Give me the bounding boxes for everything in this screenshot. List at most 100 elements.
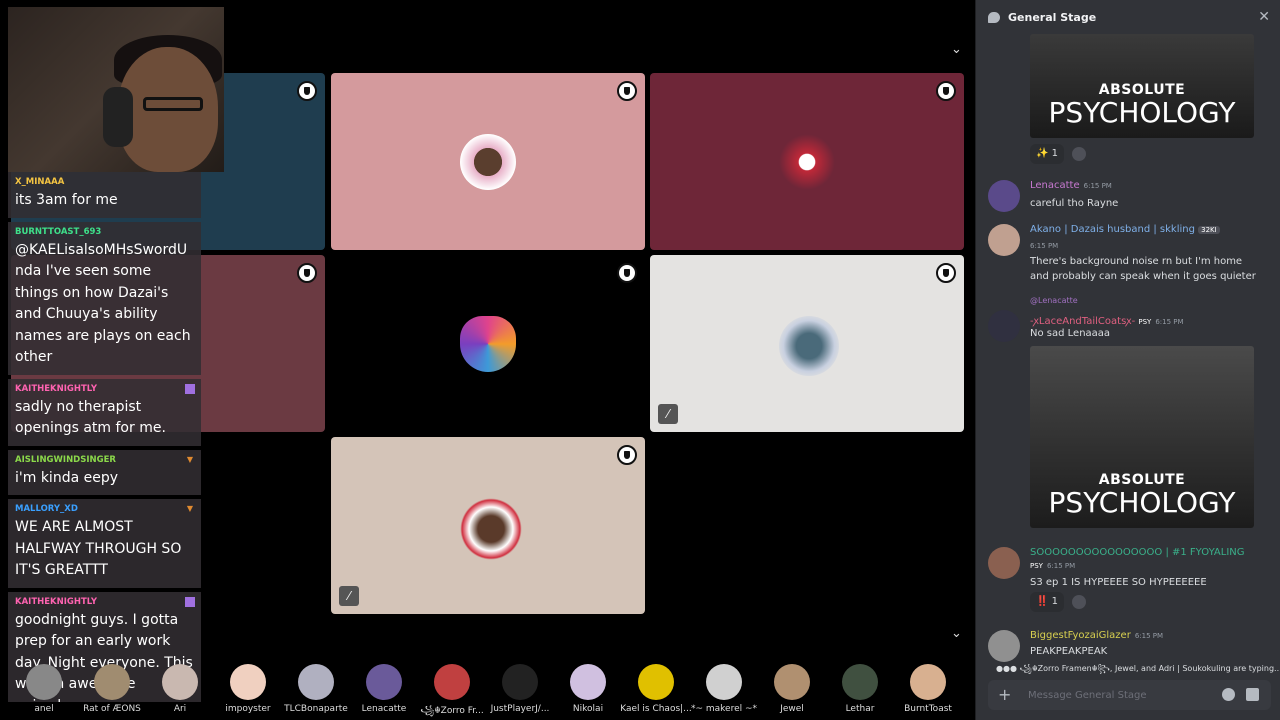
message-text: No sad Lenaaaa	[1030, 328, 1111, 339]
subscriber-badge-icon	[185, 383, 195, 394]
streamer-webcam	[8, 7, 224, 172]
audience-member[interactable]: *~ makerel ~*	[688, 664, 760, 714]
meme-image[interactable]: ABSOLUTE PSYCHOLOGY	[1030, 34, 1254, 138]
avatar	[779, 315, 839, 376]
message-text: careful tho Rayne	[1030, 198, 1119, 209]
avatar	[366, 664, 402, 700]
add-reaction-icon[interactable]	[1072, 595, 1086, 609]
typing-indicator: ●●● ꧁☬Zorro Framen☬꧂, Jewel, and Adri | …	[996, 664, 1280, 673]
app-root: ⌄ ⁄ ⁄ ⌄ X_MINAAA its 3am for me BURNTTOA…	[0, 0, 1280, 720]
chat-username: BURNTTOAST_693	[15, 226, 102, 237]
vip-badge-icon: ▼	[186, 504, 194, 513]
chat-message: ▼ MALLORY_XD WE ARE ALMOST HALFWAY THROU…	[8, 499, 201, 588]
avatar[interactable]	[988, 630, 1020, 662]
stage-tile[interactable]: ⁄	[650, 255, 964, 432]
reply-reference[interactable]: @Lenacatte	[1030, 296, 1078, 305]
moderator-shield-icon	[617, 445, 637, 465]
avatar	[26, 664, 62, 700]
mic-muted-icon: ⁄	[658, 404, 678, 424]
avatar[interactable]	[988, 224, 1020, 256]
audience-member[interactable]: Kael is Chaos|...	[620, 664, 692, 714]
chat-message: BURNTTOAST_693 @KAELisalsoMHsSwordUnda I…	[8, 221, 201, 375]
panel-header: General Stage	[976, 0, 1280, 34]
stage-chat-panel: General Stage ✕ ABSOLUTE PSYCHOLOGY ✨ 1 …	[975, 0, 1280, 720]
avatar	[460, 497, 522, 560]
audience-name: Lethar	[845, 704, 875, 714]
panel-title: General Stage	[1008, 10, 1097, 24]
subscriber-badge-icon	[185, 596, 195, 607]
audience-member[interactable]: Ari	[144, 664, 216, 714]
chat-message: KAITHEKNIGHTLY sadly no therapist openin…	[8, 378, 201, 446]
audience-name: *~ makerel ~*	[690, 704, 758, 714]
stage-tile[interactable]	[331, 255, 645, 432]
moderator-shield-icon	[617, 81, 637, 101]
avatar	[842, 664, 878, 700]
chat-text: @KAELisalsoMHsSwordUnda I've seen some t…	[15, 241, 191, 366]
audience-name: Ari	[173, 704, 187, 714]
audience-name: impoyster	[225, 704, 271, 714]
chat-text: sadly no therapist openings atm for me.	[15, 398, 166, 437]
audience-member[interactable]: Jewel	[756, 664, 828, 714]
audience-member[interactable]: ꧁☬Zorro Fr...	[416, 664, 488, 720]
moderator-shield-icon	[936, 81, 956, 101]
stage-tile[interactable]: ⁄	[331, 437, 645, 614]
message-author[interactable]: SOOOOOOOOOOOOOOOO | #1 FYOYALING	[1030, 547, 1245, 558]
avatar	[638, 664, 674, 700]
avatar	[570, 664, 606, 700]
chat-username: X_MINAAA	[15, 177, 65, 187]
chat-text: WE ARE ALMOST HALFWAY THROUGH SO IT'S GR…	[15, 519, 182, 578]
mic-muted-icon: ⁄	[339, 586, 359, 606]
avatar[interactable]	[988, 180, 1020, 212]
moderator-shield-icon	[617, 263, 637, 283]
audience-member[interactable]: impoyster	[212, 664, 284, 714]
chevron-down-icon[interactable]: ⌄	[951, 42, 962, 57]
audience-name: ꧁☬Zorro Fr...	[420, 706, 484, 716]
apps-icon[interactable]	[1246, 688, 1259, 701]
audience-name: Rat of ÆONS	[83, 704, 141, 714]
headset	[103, 87, 133, 147]
glasses	[143, 97, 203, 111]
audience-member[interactable]: TLCBonaparte	[280, 664, 352, 714]
audience-name: Jewel	[780, 704, 804, 714]
audience-member[interactable]: Lethar	[824, 664, 896, 714]
audience-member[interactable]: JustPlayerJ/...	[484, 664, 556, 714]
message-text: PEAKPEAKPEAK	[1030, 646, 1108, 657]
timestamp: 6:15 PM	[1030, 242, 1059, 250]
chat-text: i'm kinda eepy	[15, 469, 119, 486]
audience-name: anel	[34, 704, 54, 714]
reaction-chip[interactable]: ✨ 1	[1030, 144, 1064, 164]
add-reaction-icon[interactable]	[1072, 147, 1086, 161]
audience-member[interactable]: Lenacatte	[348, 664, 420, 714]
reaction-chip[interactable]: ‼️ 1	[1030, 592, 1064, 612]
message-author[interactable]: Lenacatte 6:15 PM	[1030, 180, 1112, 191]
chevron-down-icon[interactable]: ⌄	[951, 626, 962, 641]
meme-image[interactable]: ABSOLUTE PSYCHOLOGY	[1030, 346, 1254, 528]
message-author[interactable]: -ꭗLaceAndTailCoatsꭗ- PSY 6:15 PM	[1030, 313, 1184, 327]
avatar	[502, 664, 538, 700]
role-tag: PSY 6:15 PM	[1030, 562, 1076, 570]
chat-username: MALLORY_XD	[15, 504, 78, 514]
audience-name: JustPlayerJ/...	[490, 704, 550, 714]
stage-tile[interactable]	[650, 73, 964, 250]
avatar	[298, 664, 334, 700]
message-author[interactable]: Akano | Dazais husband | skkling 32KI	[1030, 224, 1220, 235]
chat-bubble-icon	[988, 11, 1000, 23]
avatar[interactable]	[988, 547, 1020, 579]
audience-member[interactable]: Nikolai	[552, 664, 624, 714]
plus-icon[interactable]: +	[998, 685, 1011, 704]
emoji-icon[interactable]	[1222, 688, 1235, 701]
message-author[interactable]: BiggestFyozaiGlazer 6:15 PM	[1030, 630, 1163, 641]
close-icon[interactable]: ✕	[1258, 9, 1270, 25]
stage-area: ⌄ ⁄ ⁄ ⌄ X_MINAAA its 3am for me BURNTTOA…	[0, 0, 975, 720]
message-input[interactable]	[1028, 687, 1208, 703]
vip-badge-icon: ▼	[186, 454, 194, 464]
stream-chat-overlay: X_MINAAA its 3am for me BURNTTOAST_693 @…	[8, 172, 201, 702]
chat-message: X_MINAAA its 3am for me	[8, 172, 201, 218]
audience-member[interactable]: BurntToast	[892, 664, 964, 714]
avatar[interactable]	[988, 310, 1020, 342]
audience-member[interactable]: Rat of ÆONS	[76, 664, 148, 714]
audience-member[interactable]: anel	[8, 664, 80, 714]
typing-dots-icon: ●●●	[996, 664, 1020, 673]
stage-tile[interactable]	[331, 73, 645, 250]
audience-name: BurntToast	[904, 704, 952, 714]
